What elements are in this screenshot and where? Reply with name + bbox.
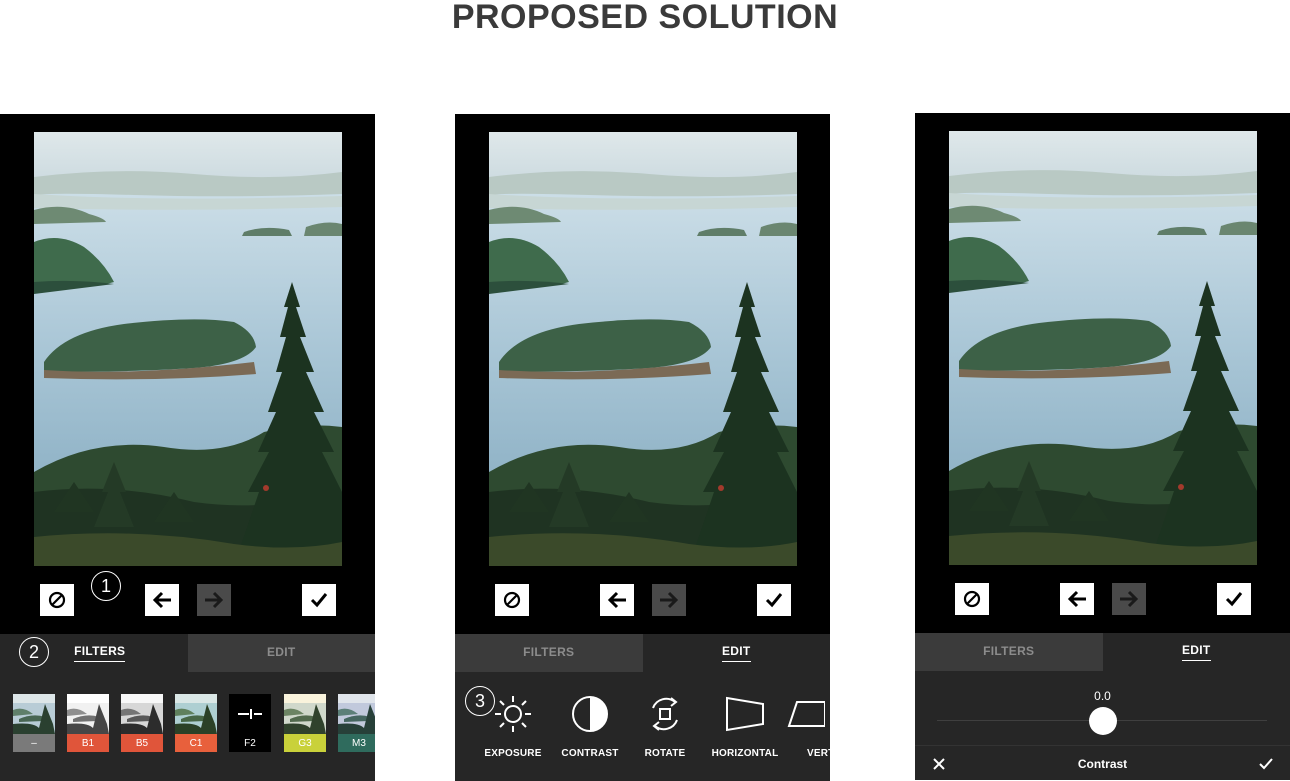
filter-thumb[interactable]: G3 [284,694,326,752]
edit-tools-panel: FILTERS EDIT 3 EXPOSURE CONTRAST ROTATE … [455,634,830,781]
tool-vertical[interactable]: VERT [785,692,830,759]
filter-label: C1 [175,734,217,752]
tool-label: CONTRAST [561,748,619,759]
close-icon [933,758,945,770]
annotation-marker: 1 [91,571,121,601]
filter-thumb[interactable]: – [13,694,55,752]
tab-edit[interactable]: EDIT [187,634,375,672]
filter-thumb[interactable]: B1 [67,694,109,752]
redo-button[interactable] [652,584,686,616]
filter-label: M3 [338,734,375,752]
tab-edit[interactable]: EDIT [1102,633,1290,671]
phone-filters-screen: 1 FILTERS EDIT 2 – B1 B5 C1 F2 G3 M3 [0,114,375,781]
tab-filters[interactable]: FILTERS [915,633,1103,671]
confirm-button[interactable] [1217,583,1251,615]
filter-thumb[interactable]: C1 [175,694,217,752]
confirm-check-icon [1225,592,1243,607]
redo-arrow-icon [660,591,679,609]
filters-panel: FILTERS EDIT 2 – B1 B5 C1 F2 G3 M3 [0,634,375,781]
tab-edit-label: EDIT [1181,643,1211,661]
tool-label: ROTATE [644,748,686,759]
filter-label: G3 [284,734,326,752]
cancel-icon [963,590,981,608]
contrast-half-circle-icon [572,696,608,732]
undo-arrow-icon [1067,590,1086,608]
redo-arrow-icon [205,591,224,609]
photo-preview [34,132,342,566]
phone-edit-tools-screen: FILTERS EDIT 3 EXPOSURE CONTRAST ROTATE … [455,114,830,781]
tab-edit-label: EDIT [266,644,296,659]
confirm-button[interactable] [757,584,791,616]
photo-preview [949,131,1257,565]
page-title: PROPOSED SOLUTION [451,0,839,36]
filter-thumb-selected[interactable]: F2 [229,694,271,752]
filter-label: – [13,734,55,752]
undo-button[interactable] [600,584,634,616]
tool-label: EXPOSURE [484,748,542,759]
cancel-button[interactable] [955,583,989,615]
slider-value: 0.0 [1094,689,1111,703]
discard-adjust-button[interactable] [930,755,948,773]
redo-button[interactable] [1112,583,1146,615]
photo-preview [489,132,797,566]
contrast-slider-knob[interactable] [1089,707,1117,735]
tool-contrast[interactable]: CONTRAST [550,692,630,759]
tab-edit[interactable]: EDIT [642,634,830,672]
tool-label: VERT [807,748,830,759]
filter-thumb[interactable]: B5 [121,694,163,752]
exposure-sun-icon [495,696,531,732]
contrast-adjust-panel: FILTERS EDIT 0.0 Contrast [915,633,1290,780]
annotation-marker: 2 [19,637,49,667]
adjust-caption: Contrast [1077,756,1128,771]
cancel-icon [48,591,66,609]
undo-arrow-icon [152,591,171,609]
tool-exposure[interactable]: EXPOSURE [473,692,553,759]
cancel-button[interactable] [495,584,529,616]
vertical-perspective-icon [787,701,825,727]
tool-rotate[interactable]: ROTATE [625,692,705,759]
tool-label: HORIZONTAL [711,748,779,759]
tab-filters-label: FILTERS [523,644,575,659]
tab-edit-label: EDIT [721,644,751,662]
undo-button[interactable] [1060,583,1094,615]
confirm-check-icon [310,593,328,608]
filter-thumb[interactable]: M3 [338,694,375,752]
redo-arrow-icon [1120,590,1139,608]
tab-filters-label: FILTERS [74,644,126,662]
tab-bar: FILTERS EDIT [455,634,830,672]
cancel-icon [503,591,521,609]
filter-label: F2 [229,734,271,752]
tool-horizontal[interactable]: HORIZONTAL [705,692,785,759]
tab-bar: FILTERS EDIT [915,633,1290,671]
confirm-button[interactable] [302,584,336,616]
undo-arrow-icon [607,591,626,609]
confirm-check-icon [765,593,783,608]
tab-filters-label: FILTERS [983,643,1035,658]
check-icon [1259,758,1273,770]
cancel-button[interactable] [40,584,74,616]
tab-filters[interactable]: FILTERS [455,634,643,672]
redo-button[interactable] [197,584,231,616]
horizontal-perspective-icon [726,696,764,732]
phone-contrast-adjust-screen: FILTERS EDIT 0.0 Contrast [915,113,1290,780]
filter-label: B1 [67,734,109,752]
tab-bar: FILTERS EDIT [0,634,375,672]
adjust-footer: Contrast [915,745,1290,780]
rotate-icon [652,697,678,731]
filter-label: B5 [121,734,163,752]
undo-button[interactable] [145,584,179,616]
apply-adjust-button[interactable] [1257,755,1275,773]
filter-adjust-icon [238,709,262,719]
